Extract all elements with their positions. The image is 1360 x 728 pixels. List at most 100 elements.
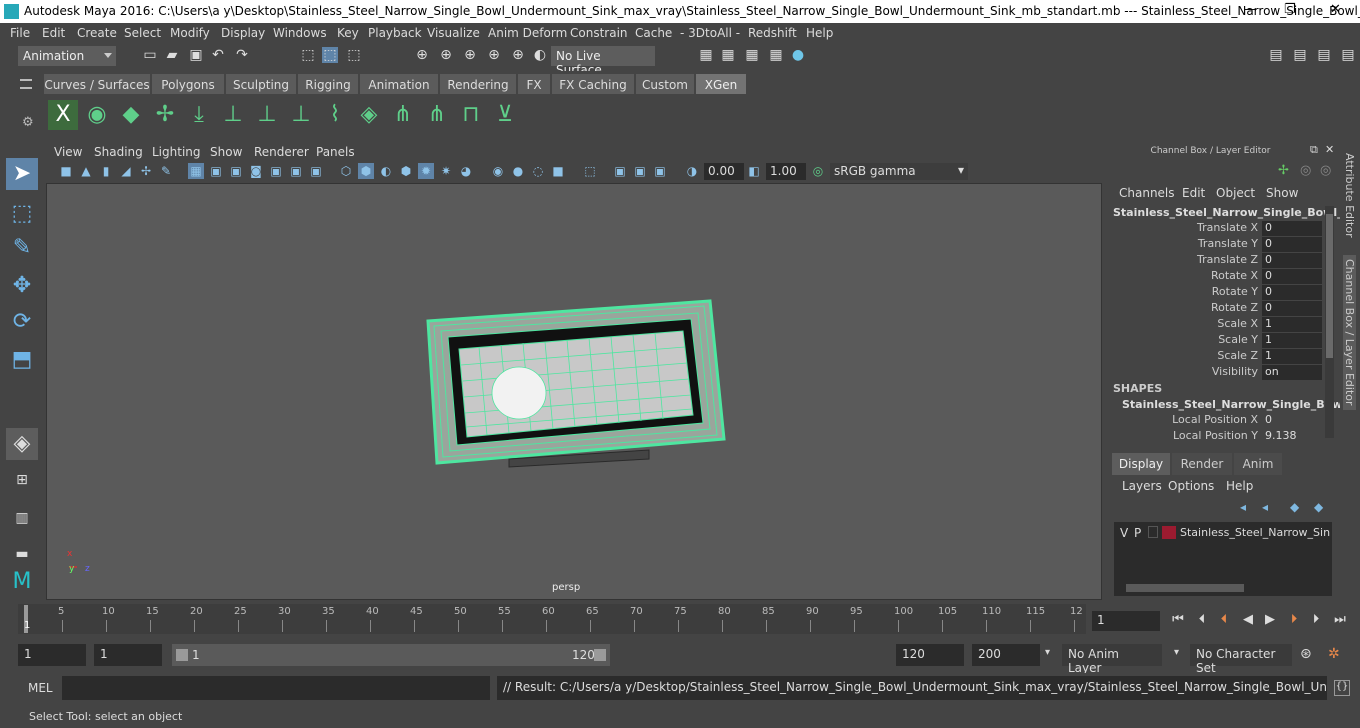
render-frame-icon[interactable]: ▦	[720, 47, 736, 63]
xray-icon[interactable]: ⬚	[582, 163, 598, 179]
range-start-handle[interactable]	[176, 649, 188, 661]
attr-rotate-y-label[interactable]: Rotate Y	[1110, 285, 1258, 298]
motion-blur-icon[interactable]: ◉	[490, 163, 506, 179]
camera-attributes-icon[interactable]: ▲	[78, 163, 94, 179]
snap-curve-icon[interactable]: ⊕	[438, 47, 454, 63]
attr-visibility-label[interactable]: Visibility	[1110, 365, 1258, 378]
attr-rotate-z-value[interactable]: 0	[1262, 301, 1322, 316]
shelf-menu-icon[interactable]	[20, 79, 32, 89]
vp-menu-show[interactable]: Show	[210, 145, 242, 159]
move-layer-down-icon[interactable]: ◂	[1262, 500, 1268, 514]
attr-scale-y-label[interactable]: Scale Y	[1110, 333, 1258, 346]
cb-menu-show[interactable]: Show	[1266, 186, 1298, 200]
xgen-move-guide-icon[interactable]: ⤓	[184, 100, 214, 130]
layer-reference-toggle[interactable]	[1148, 526, 1158, 538]
wireframe-icon[interactable]: ⬡	[338, 163, 354, 179]
magnet-icon[interactable]: ◐	[532, 47, 548, 63]
exposure-field[interactable]: 0.00	[704, 163, 744, 180]
layer-color-swatch[interactable]	[1162, 526, 1176, 539]
attr-rotate-y-value[interactable]: 0	[1262, 285, 1322, 300]
use-all-lights-icon[interactable]: ✹	[418, 163, 434, 179]
menu-create[interactable]: Create	[77, 26, 117, 40]
xgen-guide-sculpt-icon[interactable]: ⊥	[252, 100, 282, 130]
vp-menu-shading[interactable]: Shading	[94, 145, 143, 159]
animation-start-field[interactable]: 1	[18, 644, 86, 666]
color-management-icon[interactable]: ◎	[810, 163, 826, 179]
attr-translate-y-value[interactable]: 0	[1262, 237, 1322, 252]
grease-pencil-icon[interactable]: ✎	[158, 163, 174, 179]
go-to-start-icon[interactable]: ⏮	[1170, 611, 1186, 629]
character-set-dropdown[interactable]: No Character Set	[1190, 644, 1292, 675]
attr-scale-x-label[interactable]: Scale X	[1110, 317, 1258, 330]
menu-file[interactable]: File	[10, 26, 30, 40]
step-back-frame-icon[interactable]: ⏴	[1194, 611, 1210, 629]
attr-rotate-z-label[interactable]: Rotate Z	[1110, 301, 1258, 314]
single-perspective-layout-icon[interactable]: ◈	[6, 428, 38, 460]
xgen-guide-length-icon[interactable]: ⊥	[218, 100, 248, 130]
script-editor-icon[interactable]: {}	[1334, 680, 1350, 696]
xgen-grid-icon[interactable]: ◈	[354, 100, 384, 130]
anim-preferences-icon[interactable]: ✲	[1328, 646, 1340, 662]
layer-menu-layers[interactable]: Layers	[1122, 479, 1162, 493]
shelf-tab-fx[interactable]: FX	[518, 74, 550, 94]
move-layer-up-icon[interactable]: ◂	[1240, 500, 1246, 514]
animation-end-field[interactable]: 200	[972, 644, 1040, 666]
shelf-tab-rigging[interactable]: Rigging	[298, 74, 358, 94]
xgen-rebuild-icon[interactable]: ⋔	[388, 100, 418, 130]
textured-icon[interactable]: ⬢	[398, 163, 414, 179]
range-end-handle[interactable]	[594, 649, 606, 661]
image-plane-icon[interactable]: ◢	[118, 163, 134, 179]
menu-select[interactable]: Select	[124, 26, 161, 40]
select-component-icon[interactable]: ⬚	[346, 47, 362, 63]
minimize-button[interactable]: —	[1244, 2, 1257, 17]
xgen-primitives-icon[interactable]: ⊓	[456, 100, 486, 130]
move-tool-icon[interactable]: ✥	[6, 270, 38, 302]
go-to-end-icon[interactable]: ⏭	[1332, 611, 1348, 629]
depth-of-field-icon[interactable]: ◌	[530, 163, 546, 179]
menu-cache[interactable]: Cache	[635, 26, 672, 40]
shelf-tab-custom[interactable]: Custom	[636, 74, 694, 94]
layer-tab-display[interactable]: Display	[1112, 453, 1170, 475]
vp-menu-renderer[interactable]: Renderer	[254, 145, 309, 159]
attr-translate-x-label[interactable]: Translate X	[1110, 221, 1258, 234]
save-scene-icon[interactable]: ▣	[188, 47, 204, 63]
layer-name[interactable]: Stainless_Steel_Narrow_Single	[1180, 526, 1330, 539]
open-scene-icon[interactable]: ▰	[164, 47, 180, 63]
attr-rotate-x-label[interactable]: Rotate X	[1110, 269, 1258, 282]
side-tab-attribute-editor[interactable]: Attribute Editor	[1343, 153, 1356, 238]
shelf-tab-sculpting[interactable]: Sculpting	[226, 74, 296, 94]
float-panel-icon[interactable]: ⧉	[1310, 143, 1318, 157]
shelf-tab-polygons[interactable]: Polygons	[152, 74, 224, 94]
new-scene-icon[interactable]: ▭	[142, 47, 158, 63]
safe-action-icon[interactable]: ▣	[288, 163, 304, 179]
menu-playback[interactable]: Playback	[368, 26, 422, 40]
xgen-add-guide-icon[interactable]: ✢	[150, 100, 180, 130]
channel-box-icon[interactable]: ▤	[1340, 47, 1356, 63]
layer-menu-options[interactable]: Options	[1168, 479, 1214, 493]
camera-icon[interactable]: ■	[58, 163, 74, 179]
select-tool-icon[interactable]: ➤	[6, 158, 38, 190]
layer-tab-render[interactable]: Render	[1172, 453, 1232, 475]
close-button[interactable]: ✕	[1330, 2, 1341, 17]
mode-selector[interactable]: Animation	[18, 46, 116, 66]
shadows-icon[interactable]: ✷	[438, 163, 454, 179]
attr-local-position-y-label[interactable]: Local Position Y	[1110, 429, 1258, 442]
attr-local-position-x-value[interactable]: 0	[1262, 413, 1322, 428]
side-tab-channel-box[interactable]: Channel Box / Layer Editor	[1343, 255, 1356, 410]
attr-translate-z-value[interactable]: 0	[1262, 253, 1322, 268]
lasso-tool-icon[interactable]: ⬚	[6, 198, 38, 230]
paint-select-tool-icon[interactable]: ✎	[6, 232, 38, 264]
playback-start-field[interactable]: 1	[94, 644, 162, 666]
xgen-collection-icon[interactable]: ◆	[116, 100, 146, 130]
live-surface-field[interactable]: No Live Surface	[551, 46, 655, 77]
gamma-field[interactable]: 1.00	[766, 163, 806, 180]
smooth-shade-icon[interactable]: ⬢	[358, 163, 374, 179]
menu-visualize[interactable]: Visualize	[427, 26, 480, 40]
attr-rotate-x-value[interactable]: 0	[1262, 269, 1322, 284]
undo-icon[interactable]: ↶	[210, 47, 226, 63]
shelf-tab-rendering[interactable]: Rendering	[440, 74, 516, 94]
snap-view-icon[interactable]: ⊕	[486, 47, 502, 63]
layer-list-scrollbar[interactable]	[1126, 584, 1244, 592]
menu-anim-deform[interactable]: Anim Deform	[488, 26, 567, 40]
attr-scale-x-value[interactable]: 1	[1262, 317, 1322, 332]
